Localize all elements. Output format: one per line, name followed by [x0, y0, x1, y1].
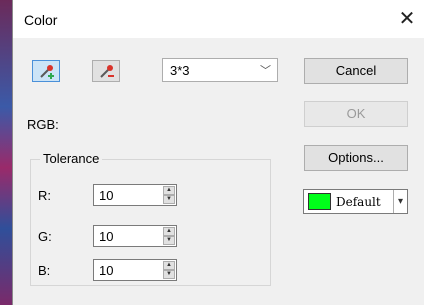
- eyedropper-add-icon: [40, 65, 54, 79]
- g-spin: ▲ ▼: [163, 227, 175, 245]
- b-spin: ▲ ▼: [163, 261, 175, 279]
- color-swatch: [308, 193, 331, 210]
- spin-down-icon[interactable]: ▼: [163, 195, 175, 204]
- r-tolerance-value: 10: [99, 188, 114, 203]
- spin-up-icon[interactable]: ▲: [163, 186, 175, 195]
- g-label: G:: [38, 229, 52, 244]
- rgb-label: RGB:: [27, 117, 59, 132]
- spin-up-icon[interactable]: ▲: [163, 227, 175, 236]
- g-tolerance-stepper[interactable]: 10 ▲ ▼: [93, 225, 177, 247]
- eyedropper-remove-button[interactable]: [92, 60, 120, 82]
- b-label: B:: [38, 263, 51, 278]
- dialog-title: Color: [24, 12, 58, 28]
- title-bar: Color ✕: [13, 0, 424, 38]
- r-tolerance-stepper[interactable]: 10 ▲ ▼: [93, 184, 177, 206]
- color-name: Default: [336, 195, 381, 209]
- b-tolerance-value: 10: [99, 263, 114, 278]
- spin-up-icon[interactable]: ▲: [163, 261, 175, 270]
- color-dialog: Color ✕ 3*3 ﹀ Cancel OK Options... RGB: …: [12, 0, 424, 305]
- options-button[interactable]: Options...: [304, 145, 408, 171]
- b-tolerance-stepper[interactable]: 10 ▲ ▼: [93, 259, 177, 281]
- spin-down-icon[interactable]: ▼: [163, 270, 175, 279]
- close-icon[interactable]: ✕: [392, 5, 422, 33]
- highlight-color-select[interactable]: Default ▾: [303, 189, 408, 214]
- sample-size-value: 3*3: [170, 63, 190, 78]
- r-label: R:: [38, 188, 51, 203]
- chevron-down-icon: ﹀: [260, 65, 271, 77]
- sample-size-select[interactable]: 3*3 ﹀: [162, 58, 278, 82]
- ok-button[interactable]: OK: [304, 101, 408, 127]
- spin-down-icon[interactable]: ▼: [163, 236, 175, 245]
- r-spin: ▲ ▼: [163, 186, 175, 204]
- g-tolerance-value: 10: [99, 229, 114, 244]
- eyedropper-add-button[interactable]: [32, 60, 60, 82]
- eyedropper-remove-icon: [100, 65, 114, 78]
- cancel-button[interactable]: Cancel: [304, 58, 408, 84]
- tolerance-legend: Tolerance: [40, 151, 103, 166]
- chevron-down-icon[interactable]: ▾: [393, 190, 407, 213]
